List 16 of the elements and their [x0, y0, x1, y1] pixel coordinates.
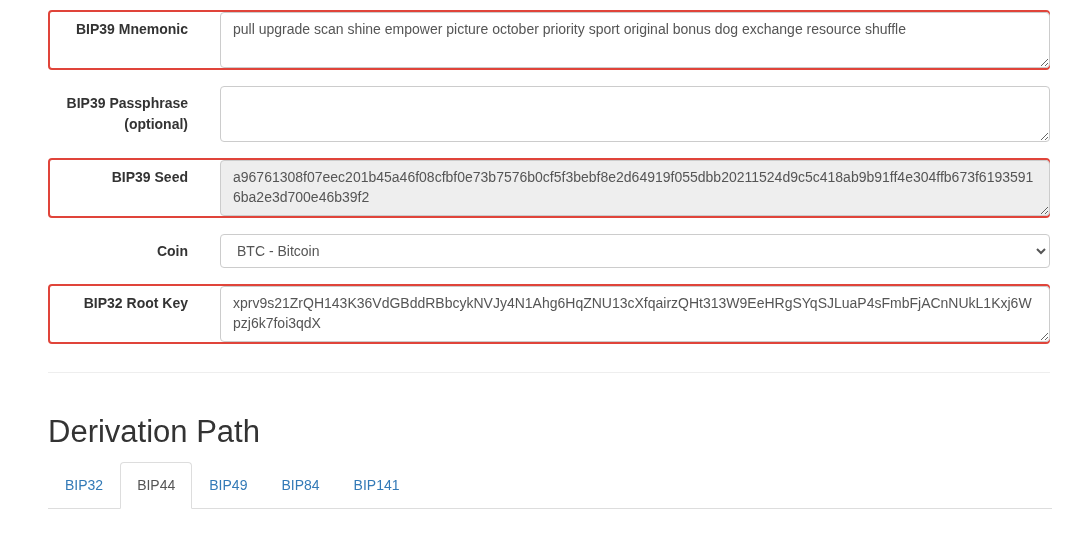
text-field[interactable]: a96761308f07eec201b45a46f08cfbf0e73b7576b0cf5f3bebf8e2d64919f055dbb20211524d9c5c418ab9b91ff4e304ffb673f61935916ba2e3d700e46b39f2 — [220, 160, 1050, 216]
text-field[interactable]: pull upgrade scan shine empower picture october priority sport original bonus dog exchange resource shuffle — [220, 12, 1050, 68]
section-heading: Derivation Path — [48, 413, 261, 451]
field-label: BIP39 Mnemonic — [74, 20, 189, 39]
tab[interactable]: BIP84 — [264, 462, 337, 510]
tab[interactable]: BIP32 — [48, 462, 121, 510]
field-label: BIP32 Root Key — [82, 294, 189, 313]
coin-select[interactable]: BTC - Bitcoin — [220, 234, 1050, 268]
text-field[interactable]: xprv9s21ZrQH143K36VdGBddRBbcykNVJy4N1Ahg6HqZNU13cXfqairzQHt313W9EeHRgSYqSJLuaP4sFmbFjACnNUkL1Kxj6Wpzj6k7foi3qdX — [220, 286, 1050, 342]
field-label: BIP39 Passphrase (optional) — [65, 94, 189, 134]
tab[interactable]: BIP49 — [192, 462, 265, 510]
tab[interactable]: BIP141 — [336, 462, 417, 510]
field-label: BIP39 Seed — [110, 168, 189, 187]
text-field[interactable] — [220, 86, 1050, 142]
field-label: Coin — [155, 242, 189, 261]
tab[interactable]: BIP44 — [120, 462, 193, 510]
